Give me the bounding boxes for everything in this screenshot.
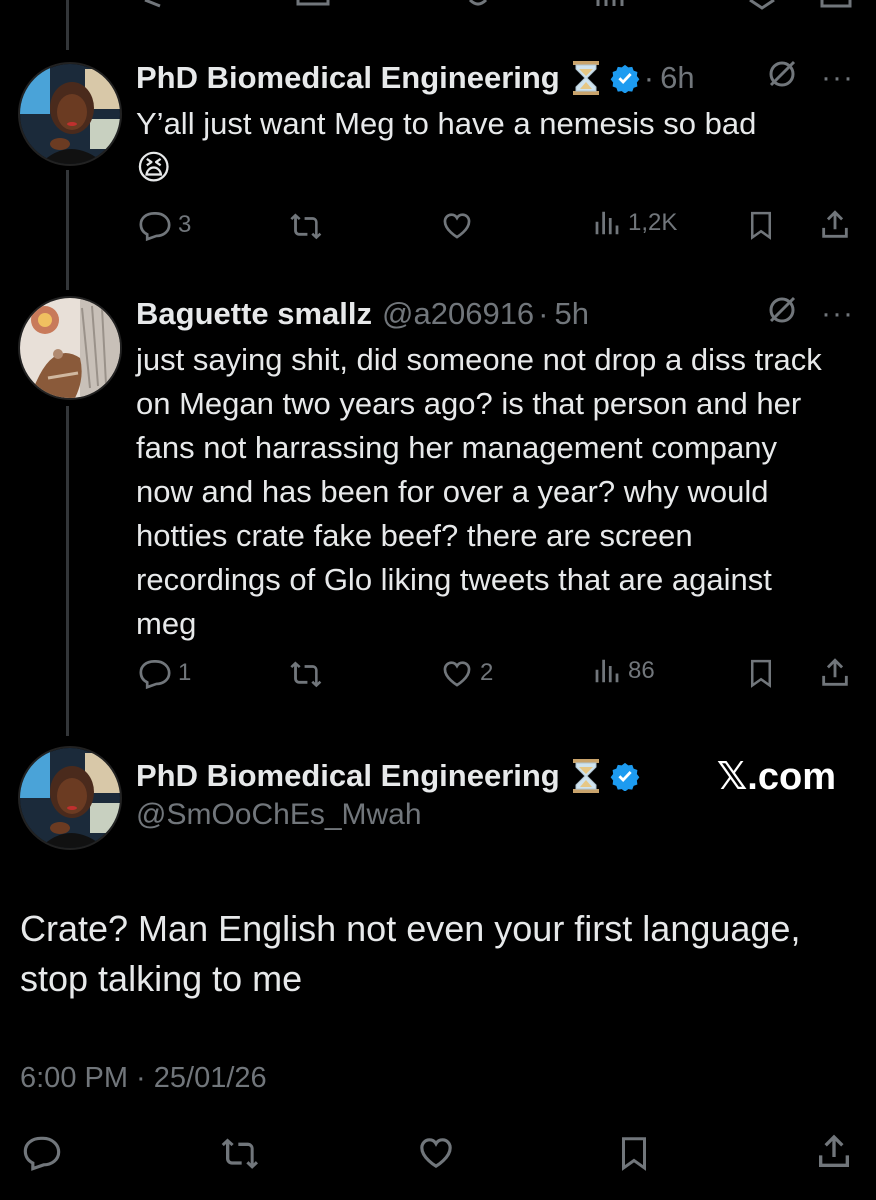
thread-line — [66, 406, 69, 736]
main-post-actions — [0, 1132, 876, 1176]
bookmark-icon — [751, 211, 771, 240]
like-count: 2 — [480, 659, 494, 686]
share-button[interactable] — [818, 656, 852, 690]
verified-badge-icon[interactable] — [610, 63, 640, 93]
post-text: just saying shit, did someone not drop a… — [136, 342, 822, 641]
reply-icon — [23, 1136, 61, 1171]
post-text: Y’all just want Meg to have a nemesis so… — [136, 102, 854, 191]
repost-button[interactable] — [288, 208, 324, 242]
post-actions: 1 2 86 — [136, 656, 856, 696]
reply-count: 3 — [178, 211, 192, 238]
bookmark-button[interactable] — [746, 656, 776, 690]
main-post-text: Crate? Man English not even your first l… — [20, 908, 801, 999]
grok-icon[interactable] — [767, 295, 797, 333]
avatar[interactable] — [18, 296, 122, 400]
user-handle[interactable]: @SmOoChEs_Mwah — [136, 798, 854, 832]
more-icon[interactable]: ··· — [821, 63, 854, 93]
post-text-content: Y’all just want Meg to have a nemesis so… — [136, 106, 757, 141]
grok-icon[interactable] — [767, 59, 797, 97]
views-count: 1,2K — [628, 209, 678, 236]
repost-icon — [290, 213, 322, 240]
hourglass-icon — [572, 60, 600, 96]
user-handle[interactable]: @a206916 — [382, 296, 534, 332]
reply-post[interactable]: Baguette smallz @a206916 · 5h ··· just s… — [136, 292, 854, 646]
hourglass-icon — [572, 758, 600, 794]
reply-button[interactable] — [22, 1132, 62, 1172]
post-time[interactable]: 6h — [660, 60, 694, 96]
repost-button[interactable] — [288, 656, 324, 690]
display-name[interactable]: PhD Biomedical Engineering — [136, 60, 560, 96]
separator-dot: · — [643, 60, 655, 95]
thread-line — [66, 170, 69, 290]
repost-icon — [290, 661, 322, 688]
avatar[interactable] — [18, 746, 122, 850]
more-icon[interactable]: ··· — [821, 299, 854, 329]
previous-post-actions — [0, 0, 876, 14]
reply-button[interactable]: 1 — [138, 656, 191, 690]
reply-icon — [139, 212, 171, 242]
header-actions: ··· — [767, 59, 854, 97]
like-icon — [443, 661, 471, 687]
share-icon — [822, 210, 848, 238]
like-icon — [420, 1138, 452, 1169]
reply-icon — [139, 660, 171, 690]
post-time[interactable]: 5h — [555, 296, 589, 332]
like-button[interactable]: 2 — [440, 656, 493, 690]
post-header: PhD Biomedical Engineering · 6h ··· — [136, 56, 854, 100]
display-name[interactable]: PhD Biomedical Engineering — [136, 758, 560, 794]
header-actions: ··· — [767, 295, 854, 333]
like-button[interactable] — [440, 208, 474, 242]
thread-line — [66, 0, 69, 50]
bookmark-icon — [622, 1137, 646, 1171]
views-button[interactable]: 86 — [592, 656, 655, 686]
separator-dot: · — [538, 296, 549, 331]
display-name[interactable]: Baguette smallz — [136, 296, 372, 332]
reply-count: 1 — [178, 659, 192, 686]
post-header: Baguette smallz @a206916 · 5h ··· — [136, 292, 854, 336]
share-button[interactable] — [814, 1132, 854, 1172]
reply-post[interactable]: PhD Biomedical Engineering · 6h ··· Y’al… — [136, 56, 854, 191]
views-icon — [595, 211, 619, 235]
verified-badge-icon[interactable] — [610, 761, 640, 791]
views-button[interactable]: 1,2K — [592, 208, 677, 238]
bookmark-button[interactable] — [616, 1132, 652, 1174]
repost-icon — [221, 1138, 258, 1169]
views-icon — [595, 659, 619, 683]
bookmark-button[interactable] — [746, 208, 776, 242]
share-icon — [819, 1134, 849, 1167]
repost-button[interactable] — [218, 1132, 262, 1172]
like-icon — [443, 213, 471, 239]
emoji: 😫 — [136, 149, 172, 187]
avatar[interactable] — [18, 62, 122, 166]
x-watermark: 𝕏.com — [716, 755, 836, 798]
post-header: PhD Biomedical Engineering 𝕏.com — [136, 754, 854, 798]
share-button[interactable] — [818, 208, 852, 242]
bookmark-icon — [751, 659, 771, 688]
share-icon — [822, 658, 848, 686]
reply-button[interactable]: 3 — [138, 208, 191, 242]
like-button[interactable] — [416, 1132, 456, 1172]
main-post-header: PhD Biomedical Engineering 𝕏.com @SmOoCh… — [136, 754, 854, 832]
post-actions: 3 1,2K — [136, 208, 856, 248]
post-timestamp[interactable]: 6:00 PM · 25/01/26 — [20, 1062, 267, 1095]
views-count: 86 — [628, 657, 655, 684]
